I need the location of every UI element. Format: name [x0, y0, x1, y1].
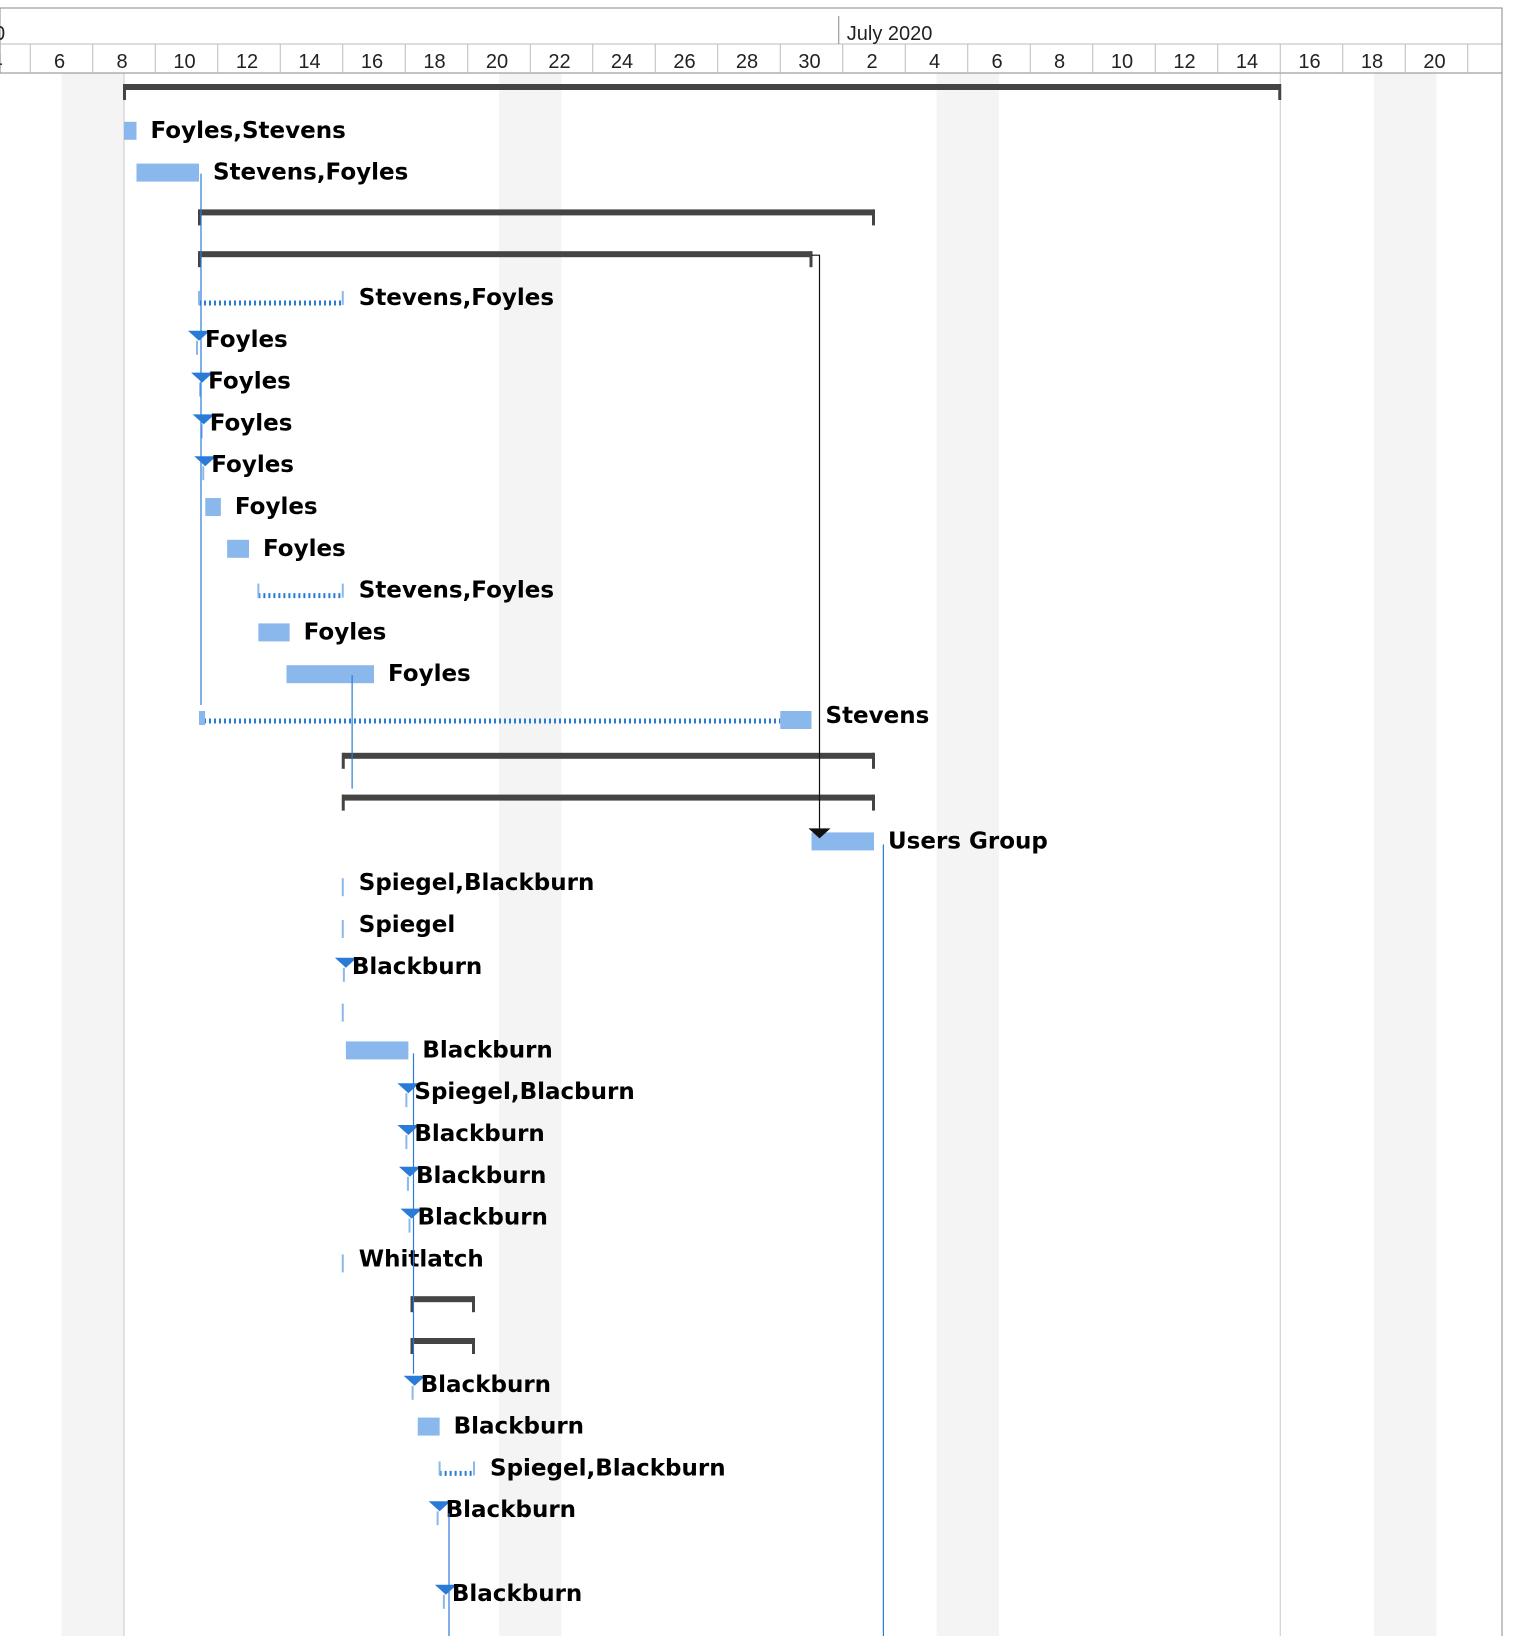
resource-label: Foyles	[235, 494, 318, 520]
task-bar[interactable]	[417, 1417, 440, 1436]
resource-label: Foyles	[205, 327, 288, 353]
day-label: 8	[1054, 51, 1065, 73]
day-label: 24	[611, 51, 633, 73]
day-label: 20	[486, 51, 508, 73]
summary-bar[interactable]	[411, 1338, 475, 1344]
day-label: 12	[1173, 51, 1195, 73]
summary-end-cap	[472, 1338, 475, 1354]
resource-label: Blackburn	[452, 1581, 582, 1607]
dependency-link	[811, 254, 821, 829]
resource-label: Spiegel,Blackburn	[359, 870, 595, 896]
resource-label: Spiegel	[359, 912, 455, 938]
summary-start-cap	[341, 794, 345, 811]
summary-end-cap	[872, 209, 875, 226]
resource-label: Blackburn	[454, 1414, 584, 1440]
resource-label: Foyles	[304, 619, 387, 645]
resource-label: Blackburn	[414, 1121, 544, 1147]
resource-label: Foyles	[210, 410, 293, 436]
day-label: 14	[298, 51, 320, 73]
summary-end-cap	[809, 251, 813, 268]
gantt-canvas[interactable]: July 20200468101214161820222426283024681…	[0, 0, 1528, 1636]
day-label: 6	[991, 51, 1002, 73]
resource-label: Foyles	[211, 452, 294, 478]
gantt-chart-view[interactable]: July 20200468101214161820222426283024681…	[0, 0, 1528, 1636]
task-bar[interactable]	[345, 1041, 409, 1060]
resource-label: Stevens,Foyles	[359, 285, 554, 311]
day-label: 4	[0, 51, 3, 73]
task-bar[interactable]	[136, 163, 200, 182]
day-label: 6	[54, 51, 65, 73]
resource-label: Foyles	[388, 661, 471, 687]
bar-start-cap	[199, 711, 205, 725]
resource-label: Foyles	[208, 369, 291, 395]
day-label: 2	[866, 51, 877, 73]
resource-label: Blackburn	[421, 1372, 551, 1398]
day-label: 18	[423, 51, 445, 73]
day-label: 14	[1236, 51, 1258, 73]
day-label: 8	[116, 51, 127, 73]
task-bar[interactable]	[780, 711, 812, 729]
summary-bar[interactable]	[199, 209, 874, 216]
day-label: 18	[1361, 51, 1383, 73]
task-bar[interactable]	[205, 498, 221, 516]
resource-label: Stevens	[826, 703, 930, 729]
summary-bar[interactable]	[199, 251, 812, 258]
day-label: 26	[673, 51, 695, 73]
day-label: 12	[236, 51, 258, 73]
resource-label: Stevens,Foyles	[213, 160, 408, 186]
summary-bar[interactable]	[124, 84, 1281, 90]
summary-bar[interactable]	[342, 794, 874, 801]
resource-label: Stevens,Foyles	[359, 578, 554, 604]
resource-label: Spiegel,Blackburn	[490, 1455, 726, 1481]
resource-label: Users Group	[888, 828, 1048, 854]
summary-start-cap	[341, 752, 345, 769]
resource-label: Blackburn	[418, 1205, 548, 1231]
task-bar[interactable]	[286, 665, 375, 684]
summary-end-cap	[872, 752, 875, 769]
resource-label: Spiegel,Blacburn	[414, 1079, 634, 1105]
resource-label: Foyles,Stevens	[151, 118, 346, 144]
month-label-partial: 0	[0, 23, 5, 45]
day-label: 30	[798, 51, 820, 73]
summary-start-cap	[123, 84, 126, 100]
resource-label: Blackburn	[446, 1497, 576, 1523]
day-label: 10	[1111, 51, 1133, 73]
day-label: 20	[1423, 51, 1445, 73]
month-label: July 2020	[847, 23, 933, 45]
summary-end-cap	[1278, 84, 1282, 100]
task-bar[interactable]	[227, 539, 249, 558]
resource-label: Blackburn	[352, 954, 482, 980]
summary-end-cap	[872, 794, 875, 811]
resource-label: Blackburn	[416, 1163, 546, 1189]
day-label: 16	[1298, 51, 1320, 73]
day-label: 22	[548, 51, 570, 73]
task-bar[interactable]	[258, 623, 290, 642]
weekend-band	[1374, 73, 1437, 1636]
resource-label: Blackburn	[422, 1037, 552, 1063]
task-bar[interactable]	[124, 121, 137, 140]
summary-end-cap	[472, 1296, 475, 1313]
summary-bar[interactable]	[342, 752, 874, 759]
day-label: 10	[173, 51, 195, 73]
day-label: 28	[736, 51, 758, 73]
weekend-band	[61, 73, 124, 1636]
resource-label: Whitlatch	[359, 1246, 484, 1272]
day-label: 4	[929, 51, 940, 73]
day-label: 16	[361, 51, 383, 73]
resource-label: Foyles	[263, 536, 346, 562]
summary-bar[interactable]	[411, 1296, 475, 1303]
weekend-band	[936, 73, 999, 1636]
